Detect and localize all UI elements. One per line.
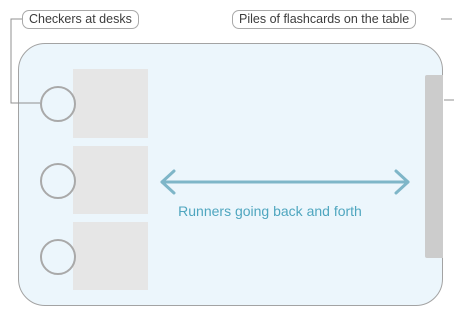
double-arrow-icon	[160, 169, 410, 195]
checkers-leader-line	[10, 18, 40, 104]
flashcards-label: Piles of flashcards on the table	[232, 10, 417, 29]
checkers-label: Checkers at desks	[22, 10, 139, 29]
annotation-overlay	[10, 18, 454, 195]
runners-label: Runners going back and forth	[178, 203, 362, 219]
